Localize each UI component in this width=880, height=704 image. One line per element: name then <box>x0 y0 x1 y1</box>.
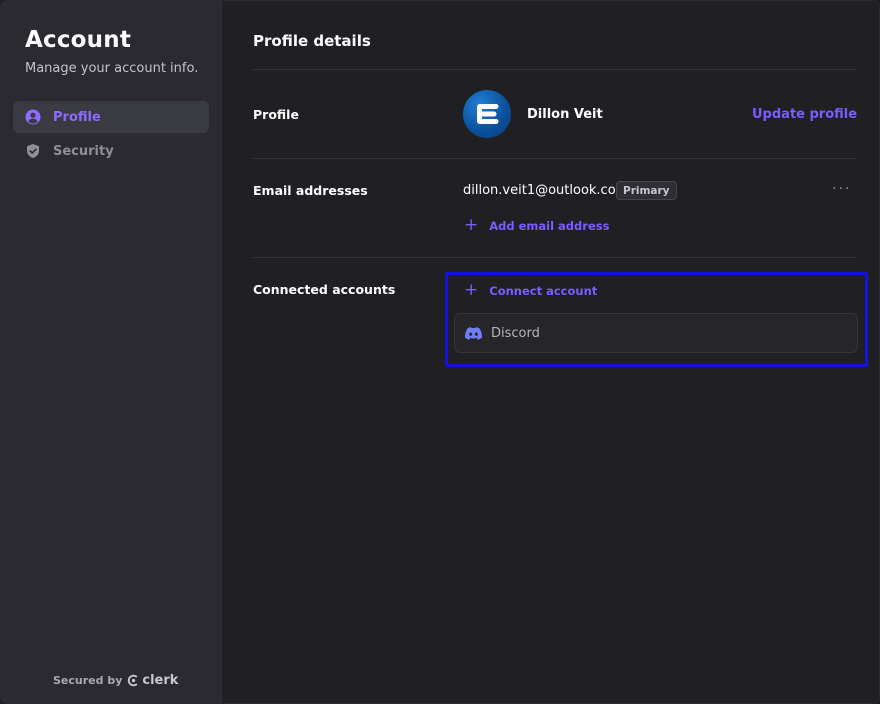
update-profile-link[interactable]: Update profile <box>752 107 857 122</box>
sidebar-title: Account <box>25 27 132 53</box>
sidebar-item-label: Security <box>53 143 114 159</box>
sidebar: Account Manage your account info. Profil… <box>1 1 222 703</box>
secured-by-label: Secured by <box>53 674 123 687</box>
add-email-address-button[interactable]: + Add email address <box>464 217 609 234</box>
main-panel: Profile details Profile Dillon Veit Upda… <box>222 1 879 703</box>
sidebar-item-profile[interactable]: Profile <box>13 101 209 133</box>
divider <box>253 69 857 70</box>
clerk-icon <box>128 674 138 687</box>
sidebar-item-security[interactable]: Security <box>13 135 209 167</box>
profile-row-label: Profile <box>253 107 299 122</box>
clerk-brand: clerk <box>142 673 179 688</box>
sidebar-item-label: Profile <box>53 109 101 125</box>
profile-name: Dillon Veit <box>527 107 603 122</box>
avatar <box>463 90 511 138</box>
email-row-label: Email addresses <box>253 183 368 198</box>
user-circle-icon <box>25 109 41 125</box>
avatar-logo-icon <box>477 104 499 124</box>
email-more-menu-button[interactable]: ··· <box>832 181 851 197</box>
secured-by-footer[interactable]: Secured by clerk <box>53 673 178 688</box>
plus-icon: + <box>464 215 479 235</box>
focus-highlight-box <box>445 272 868 367</box>
email-address: dillon.veit1@outlook.com <box>463 183 629 198</box>
divider <box>253 158 857 159</box>
clerk-logo: clerk <box>127 673 178 688</box>
account-window: Account Manage your account info. Profil… <box>0 0 880 704</box>
sidebar-subtitle: Manage your account info. <box>25 61 199 76</box>
divider <box>253 257 857 258</box>
shield-icon <box>25 143 41 159</box>
add-email-address-label: Add email address <box>489 218 610 233</box>
connected-accounts-row-label: Connected accounts <box>253 282 396 297</box>
page-title: Profile details <box>253 32 371 50</box>
primary-badge: Primary <box>616 181 677 200</box>
